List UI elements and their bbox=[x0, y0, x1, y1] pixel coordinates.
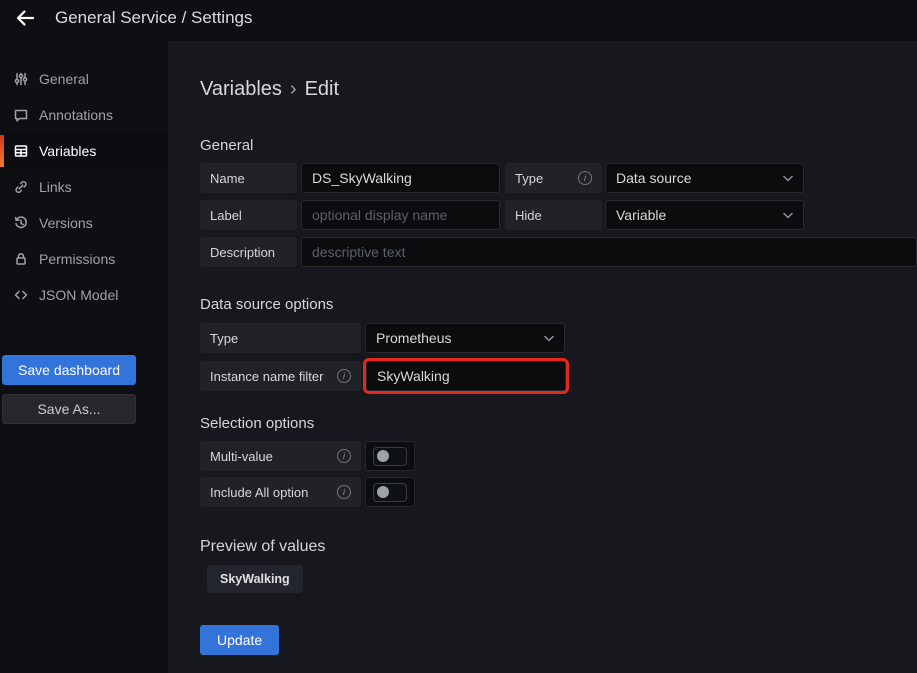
sidebar-item-general[interactable]: General bbox=[0, 61, 168, 97]
sidebar-item-variables[interactable]: Variables bbox=[0, 133, 168, 169]
sidebar-item-label: Versions bbox=[39, 215, 93, 231]
lock-icon bbox=[13, 251, 29, 267]
variables-edit-panel: Variables › Edit General Name Type i Dat… bbox=[168, 41, 917, 673]
chevron-down-icon bbox=[783, 175, 793, 182]
sidebar-item-label: General bbox=[39, 71, 89, 87]
settings-sidebar: General Annotations Variables bbox=[0, 41, 168, 673]
sidebar-item-permissions[interactable]: Permissions bbox=[0, 241, 168, 277]
label-input[interactable] bbox=[301, 200, 500, 230]
toggle-knob bbox=[377, 450, 389, 462]
preview-title: Preview of values bbox=[200, 537, 917, 556]
general-section-title: General bbox=[200, 137, 917, 155]
back-button[interactable] bbox=[8, 5, 42, 31]
toggle-track bbox=[373, 447, 407, 466]
grid-icon bbox=[13, 143, 29, 159]
save-dashboard-button[interactable]: Save dashboard bbox=[2, 355, 136, 385]
preview-values: SkyWalking bbox=[200, 556, 917, 593]
label-row: Label Hide Variable bbox=[200, 200, 917, 230]
info-icon: i bbox=[337, 485, 351, 499]
ds-type-label: Type bbox=[200, 323, 361, 353]
multi-value-toggle[interactable] bbox=[365, 441, 415, 471]
sidebar-item-label: Variables bbox=[39, 143, 96, 159]
instance-filter-input[interactable] bbox=[366, 361, 566, 391]
top-bar: General Service / Settings bbox=[0, 0, 917, 41]
info-icon: i bbox=[337, 369, 351, 383]
description-label: Description bbox=[200, 237, 297, 267]
sidebar-item-label: JSON Model bbox=[39, 287, 118, 303]
info-icon: i bbox=[578, 171, 592, 185]
history-icon bbox=[13, 215, 29, 231]
breadcrumb-root[interactable]: Variables bbox=[200, 77, 282, 101]
sidebar-item-json-model[interactable]: JSON Model bbox=[0, 277, 168, 313]
description-row: Description bbox=[200, 237, 917, 267]
hide-select[interactable]: Variable bbox=[605, 200, 804, 230]
active-indicator bbox=[0, 135, 4, 167]
name-row: Name Type i Data source bbox=[200, 163, 917, 193]
toggle-knob bbox=[377, 486, 389, 498]
instance-filter-label: Instance name filter i bbox=[200, 361, 361, 391]
selection-options-title: Selection options bbox=[200, 415, 917, 433]
update-button[interactable]: Update bbox=[200, 625, 279, 655]
breadcrumb-current: Edit bbox=[305, 77, 339, 101]
sidebar-item-annotations[interactable]: Annotations bbox=[0, 97, 168, 133]
highlight-outline bbox=[363, 358, 569, 394]
toggle-track bbox=[373, 483, 407, 502]
include-all-toggle[interactable] bbox=[365, 477, 415, 507]
arrow-left-icon bbox=[14, 7, 36, 29]
type-label: Type i bbox=[505, 163, 602, 193]
sidebar-item-label: Links bbox=[39, 179, 72, 195]
link-icon bbox=[13, 179, 29, 195]
hide-label: Hide bbox=[505, 200, 602, 230]
name-label: Name bbox=[200, 163, 297, 193]
chevron-down-icon bbox=[783, 212, 793, 219]
page-title: General Service / Settings bbox=[55, 5, 252, 31]
sidebar-item-links[interactable]: Links bbox=[0, 169, 168, 205]
type-select[interactable]: Data source bbox=[605, 163, 804, 193]
preview-value-chip: SkyWalking bbox=[207, 565, 303, 593]
sidebar-item-label: Permissions bbox=[39, 251, 115, 267]
settings-nav: General Annotations Variables bbox=[0, 61, 168, 313]
name-input[interactable] bbox=[301, 163, 500, 193]
breadcrumb-separator-icon: › bbox=[290, 77, 297, 101]
data-source-options-title: Data source options bbox=[200, 296, 917, 314]
info-icon: i bbox=[337, 449, 351, 463]
chevron-down-icon bbox=[544, 335, 554, 342]
save-as-button[interactable]: Save As... bbox=[2, 394, 136, 424]
ds-type-select[interactable]: Prometheus bbox=[365, 323, 565, 353]
include-all-label: Include All option i bbox=[200, 477, 361, 507]
code-icon bbox=[13, 287, 29, 303]
sliders-icon bbox=[13, 71, 29, 87]
comment-icon bbox=[13, 107, 29, 123]
description-input[interactable] bbox=[301, 237, 917, 267]
sidebar-item-versions[interactable]: Versions bbox=[0, 205, 168, 241]
ds-type-row: Type Prometheus bbox=[200, 323, 917, 353]
multi-value-row: Multi-value i bbox=[200, 441, 917, 471]
include-all-row: Include All option i bbox=[200, 477, 917, 507]
multi-value-label: Multi-value i bbox=[200, 441, 361, 471]
sidebar-item-label: Annotations bbox=[39, 107, 113, 123]
sidebar-actions: Save dashboard Save As... bbox=[0, 355, 168, 424]
breadcrumb: Variables › Edit bbox=[200, 77, 917, 101]
instance-filter-row: Instance name filter i bbox=[200, 361, 917, 391]
label-label: Label bbox=[200, 200, 297, 230]
